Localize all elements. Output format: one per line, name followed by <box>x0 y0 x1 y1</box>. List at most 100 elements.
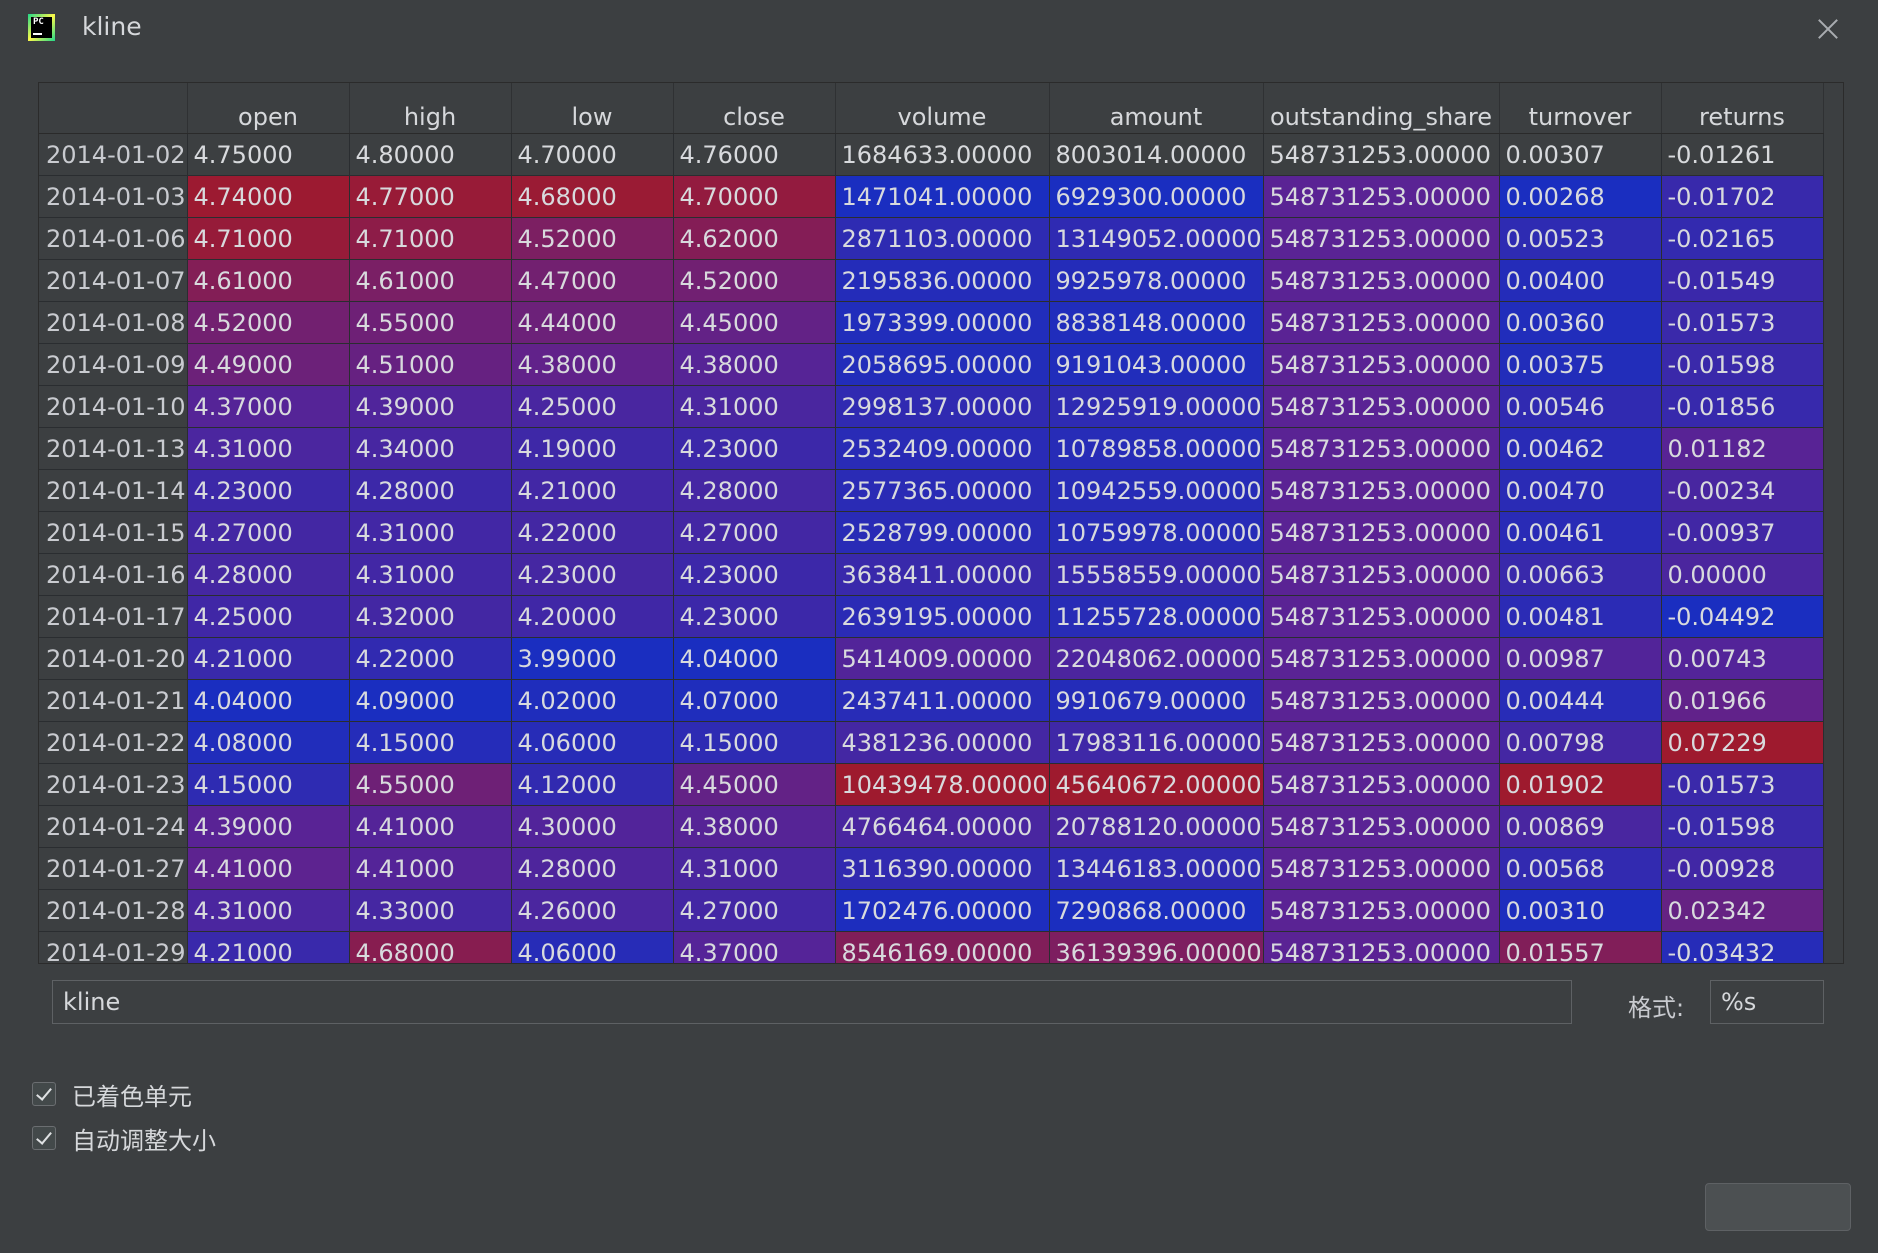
table-cell-outstanding-share[interactable]: 548731253.00000 <box>1263 217 1500 260</box>
table-cell-low[interactable]: 4.12000 <box>511 763 674 806</box>
table-cell-low[interactable]: 4.26000 <box>511 889 674 932</box>
row-index[interactable]: 2014-01-06 <box>39 217 188 260</box>
row-index[interactable]: 2014-01-22 <box>39 721 188 764</box>
table-cell-low[interactable]: 4.52000 <box>511 217 674 260</box>
table-cell-volume[interactable]: 2577365.00000 <box>835 469 1050 512</box>
table-cell-returns[interactable]: -0.03432 <box>1661 931 1824 963</box>
table-cell-high[interactable]: 4.31000 <box>349 511 512 554</box>
table-cell-open[interactable]: 4.15000 <box>187 763 350 806</box>
table-cell-close[interactable]: 4.45000 <box>673 763 836 806</box>
table-cell-outstanding-share[interactable]: 548731253.00000 <box>1263 679 1500 722</box>
row-index[interactable]: 2014-01-29 <box>39 931 188 963</box>
column-header-turnover[interactable]: turnover <box>1499 83 1662 134</box>
table-cell-turnover[interactable]: 0.00375 <box>1499 343 1662 386</box>
table-cell-high[interactable]: 4.77000 <box>349 175 512 218</box>
table-row[interactable]: 2014-01-20 4.21000 4.22000 3.99000 4.04000 54… <box>39 637 1824 680</box>
column-header-high[interactable]: high <box>349 83 512 134</box>
table-cell-close[interactable]: 4.27000 <box>673 889 836 932</box>
table-cell-high[interactable]: 4.28000 <box>349 469 512 512</box>
table-cell-low[interactable]: 4.06000 <box>511 931 674 963</box>
table-cell-volume[interactable]: 1471041.00000 <box>835 175 1050 218</box>
table-cell-turnover[interactable]: 0.00307 <box>1499 133 1662 176</box>
table-cell-low[interactable]: 4.30000 <box>511 805 674 848</box>
table-cell-amount[interactable]: 10942559.00000 <box>1049 469 1264 512</box>
table-cell-low[interactable]: 4.47000 <box>511 259 674 302</box>
table-cell-amount[interactable]: 6929300.00000 <box>1049 175 1264 218</box>
table-cell-high[interactable]: 4.09000 <box>349 679 512 722</box>
row-index[interactable]: 2014-01-07 <box>39 259 188 302</box>
table-cell-returns[interactable]: -0.00928 <box>1661 847 1824 890</box>
table-cell-amount[interactable]: 8838148.00000 <box>1049 301 1264 344</box>
row-index[interactable]: 2014-01-03 <box>39 175 188 218</box>
table-cell-outstanding-share[interactable]: 548731253.00000 <box>1263 637 1500 680</box>
table-cell-returns[interactable]: 0.00000 <box>1661 553 1824 596</box>
table-cell-turnover[interactable]: 0.00461 <box>1499 511 1662 554</box>
row-index[interactable]: 2014-01-20 <box>39 637 188 680</box>
table-cell-high[interactable]: 4.68000 <box>349 931 512 963</box>
table-cell-close[interactable]: 4.27000 <box>673 511 836 554</box>
table-cell-volume[interactable]: 1973399.00000 <box>835 301 1050 344</box>
table-cell-close[interactable]: 4.70000 <box>673 175 836 218</box>
table-cell-high[interactable]: 4.15000 <box>349 721 512 764</box>
table-row[interactable]: 2014-01-13 4.31000 4.34000 4.19000 4.23000 25… <box>39 427 1824 470</box>
table-cell-close[interactable]: 4.23000 <box>673 553 836 596</box>
table-cell-volume[interactable]: 4766464.00000 <box>835 805 1050 848</box>
table-cell-low[interactable]: 4.20000 <box>511 595 674 638</box>
table-cell-turnover[interactable]: 0.01902 <box>1499 763 1662 806</box>
index-header[interactable] <box>39 83 188 134</box>
format-input[interactable] <box>1710 980 1824 1024</box>
colored-cells-option[interactable]: 已着色单元 <box>32 1078 192 1111</box>
table-cell-turnover[interactable]: 0.00268 <box>1499 175 1662 218</box>
table-cell-returns[interactable]: -0.00937 <box>1661 511 1824 554</box>
table-cell-returns[interactable]: -0.04492 <box>1661 595 1824 638</box>
table-cell-close[interactable]: 4.45000 <box>673 301 836 344</box>
table-row[interactable]: 2014-01-22 4.08000 4.15000 4.06000 4.15000 43… <box>39 721 1824 764</box>
table-cell-volume[interactable]: 2437411.00000 <box>835 679 1050 722</box>
table-cell-low[interactable]: 4.21000 <box>511 469 674 512</box>
table-cell-amount[interactable]: 9925978.00000 <box>1049 259 1264 302</box>
table-cell-high[interactable]: 4.33000 <box>349 889 512 932</box>
table-cell-open[interactable]: 4.49000 <box>187 343 350 386</box>
table-cell-outstanding-share[interactable]: 548731253.00000 <box>1263 175 1500 218</box>
table-cell-turnover[interactable]: 0.00470 <box>1499 469 1662 512</box>
table-cell-turnover[interactable]: 0.00360 <box>1499 301 1662 344</box>
table-cell-turnover[interactable]: 0.01557 <box>1499 931 1662 963</box>
table-cell-outstanding-share[interactable]: 548731253.00000 <box>1263 805 1500 848</box>
colored-cells-checkbox[interactable] <box>32 1082 56 1106</box>
table-cell-volume[interactable]: 1702476.00000 <box>835 889 1050 932</box>
table-cell-close[interactable]: 4.31000 <box>673 847 836 890</box>
table-row[interactable]: 2014-01-15 4.27000 4.31000 4.22000 4.27000 25… <box>39 511 1824 554</box>
table-cell-low[interactable]: 4.44000 <box>511 301 674 344</box>
table-row[interactable]: 2014-01-21 4.04000 4.09000 4.02000 4.07000 24… <box>39 679 1824 722</box>
row-index[interactable]: 2014-01-13 <box>39 427 188 470</box>
table-cell-high[interactable]: 4.51000 <box>349 343 512 386</box>
table-cell-returns[interactable]: -0.01549 <box>1661 259 1824 302</box>
row-index[interactable]: 2014-01-10 <box>39 385 188 428</box>
table-cell-high[interactable]: 4.80000 <box>349 133 512 176</box>
table-cell-volume[interactable]: 4381236.00000 <box>835 721 1050 764</box>
table-cell-volume[interactable]: 10439478.00000 <box>835 763 1050 806</box>
table-cell-open[interactable]: 4.71000 <box>187 217 350 260</box>
table-cell-open[interactable]: 4.08000 <box>187 721 350 764</box>
table-cell-open[interactable]: 4.04000 <box>187 679 350 722</box>
table-cell-close[interactable]: 4.76000 <box>673 133 836 176</box>
table-cell-close[interactable]: 4.38000 <box>673 805 836 848</box>
table-cell-close[interactable]: 4.52000 <box>673 259 836 302</box>
row-index[interactable]: 2014-01-09 <box>39 343 188 386</box>
table-cell-close[interactable]: 4.28000 <box>673 469 836 512</box>
table-cell-high[interactable]: 4.34000 <box>349 427 512 470</box>
table-cell-volume[interactable]: 8546169.00000 <box>835 931 1050 963</box>
table-cell-low[interactable]: 4.25000 <box>511 385 674 428</box>
table-cell-amount[interactable]: 17983116.00000 <box>1049 721 1264 764</box>
table-cell-volume[interactable]: 2195836.00000 <box>835 259 1050 302</box>
table-cell-volume[interactable]: 3116390.00000 <box>835 847 1050 890</box>
table-cell-low[interactable]: 3.99000 <box>511 637 674 680</box>
table-row[interactable]: 2014-01-03 4.74000 4.77000 4.68000 4.70000 14… <box>39 175 1824 218</box>
table-cell-open[interactable]: 4.39000 <box>187 805 350 848</box>
row-index[interactable]: 2014-01-27 <box>39 847 188 890</box>
table-cell-turnover[interactable]: 0.00546 <box>1499 385 1662 428</box>
table-cell-amount[interactable]: 13446183.00000 <box>1049 847 1264 890</box>
table-cell-amount[interactable]: 11255728.00000 <box>1049 595 1264 638</box>
table-cell-outstanding-share[interactable]: 548731253.00000 <box>1263 427 1500 470</box>
table-cell-returns[interactable]: -0.01856 <box>1661 385 1824 428</box>
